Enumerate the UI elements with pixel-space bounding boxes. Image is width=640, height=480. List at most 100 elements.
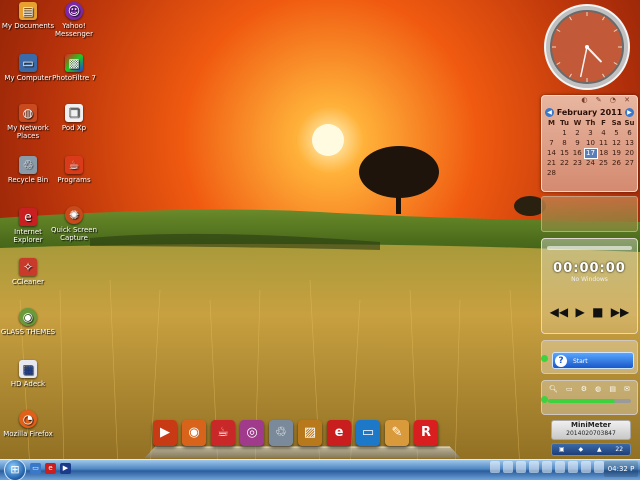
internet-explorer-icon[interactable]: e: [45, 463, 56, 474]
photo-dock-icon[interactable]: ▨: [298, 420, 322, 446]
calendar-day[interactable]: 3: [584, 128, 597, 138]
folder-icon[interactable]: ▤: [609, 385, 616, 393]
calendar-day[interactable]: [545, 128, 558, 138]
recycle-dock-icon[interactable]: ♲: [269, 420, 293, 446]
calendar-day[interactable]: 6: [623, 128, 636, 138]
calendar-day[interactable]: 8: [558, 138, 571, 148]
calendar-gadget[interactable]: ◐ ✎ ◔ ✕ ◀ February 2011 ▶ M Tu W Th F Sa…: [541, 95, 638, 192]
calendar-day[interactable]: 22: [558, 158, 571, 168]
media-next-button[interactable]: ▶▶: [611, 305, 629, 319]
volume-tray-icon[interactable]: [503, 461, 513, 473]
calendar-day[interactable]: 11: [597, 138, 610, 148]
calendar-day[interactable]: 19: [610, 148, 623, 158]
calendar-day[interactable]: 18: [597, 148, 610, 158]
search-icon[interactable]: 🔍︎: [549, 385, 558, 393]
media-play-button[interactable]: ▶: [576, 305, 585, 319]
disc-dock-icon[interactable]: ◎: [240, 420, 264, 446]
desktop-icon-ccleaner[interactable]: ✧ CCleaner: [0, 258, 56, 286]
mini-tray-item[interactable]: ◆: [578, 444, 583, 455]
calendar-day[interactable]: [597, 168, 610, 178]
calendar-day[interactable]: [610, 168, 623, 178]
desktop-icon-programs[interactable]: ☕ Programs: [46, 156, 102, 184]
minimeter-gadget[interactable]: MiniMeter 2014020703847: [551, 420, 631, 440]
mail-icon[interactable]: ✉: [624, 385, 630, 393]
mini-tray-item[interactable]: 22: [615, 444, 623, 455]
slideshow-gadget[interactable]: [541, 196, 638, 232]
calendar-day[interactable]: 23: [571, 158, 584, 168]
update-tray-icon[interactable]: [555, 461, 565, 473]
power-tray-icon[interactable]: [529, 461, 539, 473]
mini-tray-item[interactable]: ▲: [597, 444, 602, 455]
globe-icon[interactable]: ◍: [595, 385, 601, 393]
taskbar-clock[interactable]: 04:32 P: [604, 461, 638, 477]
calendar-day[interactable]: 12: [610, 138, 623, 148]
media-prev-button[interactable]: ◀◀: [550, 305, 568, 319]
calendar-day[interactable]: 4: [597, 128, 610, 138]
network-tray-icon[interactable]: [490, 461, 500, 473]
media-seek-bar[interactable]: [547, 246, 632, 250]
calendar-day[interactable]: 14: [545, 148, 558, 158]
calendar-day[interactable]: 5: [610, 128, 623, 138]
desktop-icon-mozilla-firefox[interactable]: ◔ Mozilla Firefox: [0, 410, 56, 438]
calendar-day[interactable]: [584, 168, 597, 178]
show-desktop-icon[interactable]: ▭: [30, 463, 41, 474]
security-tray-icon[interactable]: [516, 461, 526, 473]
gadget-side-tab[interactable]: [541, 396, 548, 403]
desktop-icon-yahoo-messenger[interactable]: ☺ Yahoo! Messenger: [46, 2, 102, 38]
calendar-day[interactable]: 9: [571, 138, 584, 148]
calendar-day[interactable]: 24: [584, 158, 597, 168]
status-button[interactable]: ? Start: [552, 352, 634, 369]
mini-tray-gadget[interactable]: ▣ ◆ ▲ 22: [551, 443, 631, 456]
calendar-day[interactable]: 25: [597, 158, 610, 168]
desktop-icon-hd-adeck[interactable]: ▦ HD Adeck: [0, 360, 56, 388]
calendar-next-button[interactable]: ▶: [624, 107, 634, 117]
calendar-day-today[interactable]: 17: [583, 147, 598, 159]
calendar-day[interactable]: 2: [571, 128, 584, 138]
desktop-icon-quick-screen-capture[interactable]: ✺ Quick Screen Capture: [46, 206, 102, 242]
desktop-icon-pod-xp[interactable]: ❐ Pod Xp: [46, 104, 102, 132]
calendar-prev-button[interactable]: ◀: [545, 107, 554, 117]
calendar-day[interactable]: 27: [623, 158, 636, 168]
system-tools-gadget[interactable]: 🔍︎ ▭ ⚙ ◍ ▤ ✉: [541, 380, 638, 415]
windows-dock-icon[interactable]: ◉: [182, 420, 206, 446]
java-dock-icon[interactable]: ☕: [211, 420, 235, 446]
calendar-day[interactable]: 7: [545, 138, 558, 148]
browser-dock-icon[interactable]: e: [327, 420, 351, 446]
calendar-day[interactable]: 26: [610, 158, 623, 168]
media-dock-icon[interactable]: ▶: [153, 420, 177, 446]
firefox-icon: ◔: [19, 410, 37, 428]
media-player-gadget[interactable]: 00:00:00 No Windows ◀◀ ▶ ■ ▶▶: [541, 238, 638, 334]
r-dock-icon[interactable]: R: [414, 420, 438, 446]
desktop-icon-photofiltre[interactable]: ▩ PhotoFiltre 7: [46, 54, 102, 82]
calendar-day[interactable]: [623, 168, 636, 178]
calendar-day[interactable]: 15: [558, 148, 571, 158]
clock-gadget[interactable]: [543, 3, 631, 91]
calendar-day[interactable]: 28: [545, 168, 558, 178]
notify-tray-icon[interactable]: [594, 461, 604, 473]
desktop-icon-glass-themes[interactable]: ◉ GLASS THEMES: [0, 308, 56, 336]
sync-tray-icon[interactable]: [581, 461, 591, 473]
status-gadget[interactable]: ? Start: [541, 340, 638, 374]
calendar-day[interactable]: [558, 168, 571, 178]
screen-dock-icon[interactable]: ▭: [356, 420, 380, 446]
calendar-day[interactable]: 1: [558, 128, 571, 138]
language-tray-icon[interactable]: [542, 461, 552, 473]
mini-tray-item[interactable]: ▣: [559, 444, 565, 455]
calendar-day[interactable]: 13: [623, 138, 636, 148]
calendar-day[interactable]: 10: [584, 138, 597, 148]
settings-icon[interactable]: ⚙: [581, 385, 587, 393]
gadget-side-tab[interactable]: [541, 355, 548, 362]
calendar-day[interactable]: 16: [571, 148, 584, 158]
start-button[interactable]: ⊞: [4, 459, 26, 480]
calendar-toolbar[interactable]: ◐ ✎ ◔ ✕: [542, 96, 637, 106]
minimeter-title: MiniMeter: [570, 421, 611, 429]
media-stop-button[interactable]: ■: [592, 305, 603, 319]
display-tray-icon[interactable]: [568, 461, 578, 473]
monitor-icon[interactable]: ▭: [566, 385, 573, 393]
calendar-day-header: W: [573, 119, 582, 127]
calendar-day[interactable]: 21: [545, 158, 558, 168]
paint-dock-icon[interactable]: ✎: [385, 420, 409, 446]
calendar-day[interactable]: [571, 168, 584, 178]
media-icon[interactable]: ▶: [60, 463, 71, 474]
calendar-day[interactable]: 20: [623, 148, 636, 158]
